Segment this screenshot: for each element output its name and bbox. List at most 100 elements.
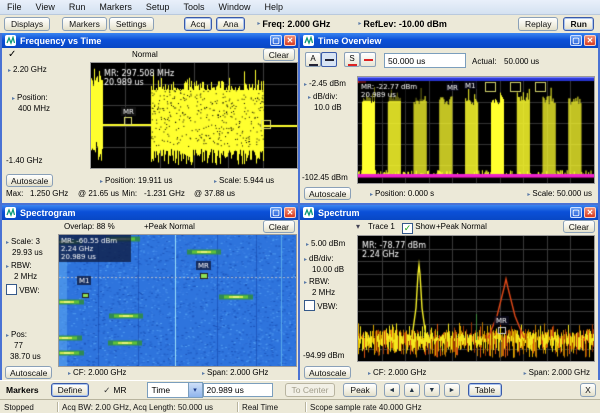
scale-label[interactable]: Scale: 3 <box>11 237 40 246</box>
close-icon[interactable]: ✕ <box>584 35 596 46</box>
spin-icon[interactable]: ▸ <box>527 192 530 198</box>
clear-button[interactable]: Clear <box>263 220 295 233</box>
maximize-icon[interactable]: ▢ <box>270 35 282 46</box>
dbdiv-value[interactable]: 10.0 dB <box>314 103 342 112</box>
analysis-length-auto-button[interactable] <box>321 52 337 67</box>
spectrogram-plot[interactable] <box>58 234 297 367</box>
x-position-readout[interactable]: Position: 0.000 s <box>375 189 434 198</box>
menu-item-window[interactable]: Window <box>211 2 257 12</box>
freq-readout[interactable]: Freq: 2.000 GHz <box>262 19 330 29</box>
peak-left-button[interactable]: ◄ <box>384 383 400 397</box>
peak-button[interactable]: Peak <box>343 383 376 397</box>
spin-icon[interactable]: ▸ <box>304 257 307 263</box>
vbw-checkbox[interactable] <box>304 300 315 311</box>
marker-check-icon[interactable]: ✓ <box>103 385 110 396</box>
autoscale-button[interactable]: Autoscale <box>6 174 53 187</box>
ana-button[interactable]: Ana <box>216 17 245 31</box>
autoscale-button[interactable]: Autoscale <box>304 187 351 200</box>
menu-item-setup[interactable]: Setup <box>139 2 177 12</box>
markers-button[interactable]: Markers <box>62 17 107 31</box>
spin-icon[interactable]: ▸ <box>358 21 361 27</box>
acq-button[interactable]: Acq <box>184 17 213 31</box>
cf-readout[interactable]: CF: 2.000 GHz <box>73 368 126 377</box>
cf-readout[interactable]: CF: 2.000 GHz <box>373 368 426 377</box>
autoscale-button[interactable]: Autoscale <box>5 366 52 379</box>
menu-item-file[interactable]: File <box>0 2 29 12</box>
rbw-value[interactable]: 2 MHz <box>312 288 335 297</box>
spin-icon[interactable]: ▸ <box>524 371 527 377</box>
table-button[interactable]: Table <box>468 383 502 397</box>
overlap-readout[interactable]: Overlap: 88 % <box>64 222 115 231</box>
x-scale-readout[interactable]: Scale: 50.000 us <box>532 189 592 198</box>
pos-value[interactable]: 77 <box>14 341 23 350</box>
to-center-button[interactable]: To Center <box>285 383 336 397</box>
run-button[interactable]: Run <box>563 17 594 31</box>
peak-right-button[interactable]: ► <box>444 383 460 397</box>
spectrum-titlebar[interactable]: Spectrum ▢ ✕ <box>300 205 598 220</box>
spectrum-length-button[interactable]: S <box>344 52 360 67</box>
spin-icon[interactable]: ▸ <box>100 179 103 185</box>
marker-domain-select[interactable]: Time ▾ <box>147 382 203 398</box>
spin-icon[interactable]: ▸ <box>214 179 217 185</box>
trace-dropdown-icon[interactable]: ▾ <box>356 222 360 231</box>
spin-icon[interactable]: ▸ <box>8 68 11 74</box>
frequency-vs-time-titlebar[interactable]: Frequency vs Time ▢ ✕ <box>2 33 298 48</box>
close-icon[interactable]: ✕ <box>284 35 296 46</box>
menu-item-run[interactable]: Run <box>62 2 93 12</box>
time-overview-titlebar[interactable]: Time Overview ▢ ✕ <box>300 33 598 48</box>
maximize-icon[interactable]: ▢ <box>570 207 582 218</box>
clear-button[interactable]: Clear <box>563 220 595 233</box>
replay-button[interactable]: Replay <box>518 17 558 31</box>
y-axis-top-label[interactable]: 2.20 GHz <box>13 65 47 74</box>
spin-icon[interactable]: ▸ <box>308 95 311 101</box>
analysis-length-button[interactable]: A <box>305 52 321 67</box>
dropdown-icon[interactable]: ▾ <box>188 383 202 397</box>
menu-item-tools[interactable]: Tools <box>176 2 211 12</box>
clear-button[interactable]: Clear <box>263 48 295 61</box>
position-value[interactable]: 400 MHz <box>18 104 50 113</box>
marker-value-input[interactable] <box>203 383 273 397</box>
vbw-checkbox[interactable] <box>6 284 17 295</box>
menu-item-help[interactable]: Help <box>257 2 290 12</box>
reflev-readout[interactable]: RefLev: -10.00 dBm <box>363 19 447 29</box>
spin-icon[interactable]: ▸ <box>12 96 15 102</box>
close-icon[interactable]: ✕ <box>284 207 296 218</box>
spin-icon[interactable]: ▸ <box>304 82 307 88</box>
spin-icon[interactable]: ▸ <box>6 240 9 246</box>
maximize-icon[interactable]: ▢ <box>270 207 282 218</box>
close-icon[interactable]: ✕ <box>584 207 596 218</box>
trace-select[interactable]: Trace 1 <box>368 222 395 231</box>
show-checkbox[interactable]: ✓ <box>402 223 413 234</box>
menu-item-view[interactable]: View <box>29 2 62 12</box>
x-scale-readout[interactable]: Scale: 5.944 us <box>219 176 274 185</box>
peak-up-button[interactable]: ▲ <box>404 383 420 397</box>
spin-icon[interactable]: ▸ <box>6 333 9 339</box>
trace-check-icon[interactable]: ✓ <box>8 49 16 60</box>
spin-icon[interactable]: ▸ <box>304 280 307 286</box>
analysis-length-input[interactable] <box>384 53 466 68</box>
spectrum-plot[interactable] <box>357 235 595 362</box>
span-readout[interactable]: Span: 2.000 GHz <box>207 368 268 377</box>
spin-icon[interactable]: ▸ <box>370 192 373 198</box>
spin-icon[interactable]: ▸ <box>368 371 371 377</box>
spectrum-length-auto-button[interactable] <box>360 52 376 67</box>
spin-icon[interactable]: ▸ <box>68 371 71 377</box>
spin-icon[interactable]: ▸ <box>202 371 205 377</box>
menu-item-markers[interactable]: Markers <box>92 2 139 12</box>
settings-button[interactable]: Settings <box>109 17 154 31</box>
displays-button[interactable]: Displays <box>4 17 50 31</box>
freq-vs-time-plot[interactable] <box>90 62 298 169</box>
close-markers-bar-button[interactable]: X <box>580 383 596 397</box>
time-overview-plot[interactable] <box>357 76 595 184</box>
define-button[interactable]: Define <box>51 383 90 397</box>
spin-icon[interactable]: ▸ <box>257 21 260 27</box>
spectrogram-titlebar[interactable]: Spectrogram ▢ ✕ <box>2 205 298 220</box>
dbdiv-value[interactable]: 10.00 dB <box>312 265 344 274</box>
peak-down-button[interactable]: ▼ <box>424 383 440 397</box>
rbw-value[interactable]: 2 MHz <box>14 272 37 281</box>
y-axis-top-label[interactable]: 5.00 dBm <box>311 239 345 248</box>
spin-icon[interactable]: ▸ <box>306 242 309 248</box>
maximize-icon[interactable]: ▢ <box>570 35 582 46</box>
x-position-readout[interactable]: Position: 19.911 us <box>105 176 172 185</box>
y-axis-top-label[interactable]: -2.45 dBm <box>309 79 346 88</box>
